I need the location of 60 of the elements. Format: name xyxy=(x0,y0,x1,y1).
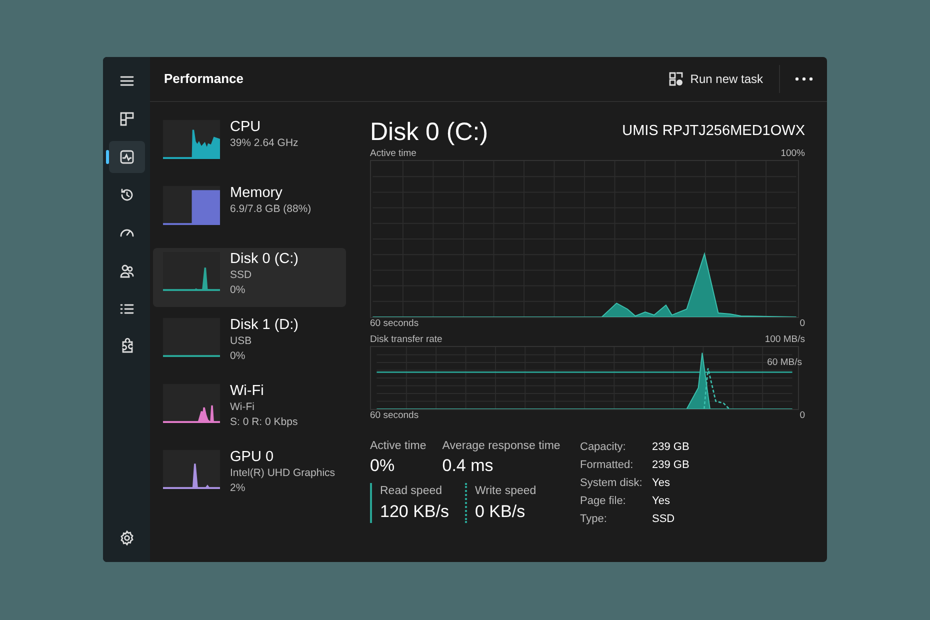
device-item[interactable]: Memory 6.9/7.8 GB (88%) xyxy=(153,182,346,241)
device-detail: 39% 2.64 GHz xyxy=(230,136,298,150)
device-item[interactable]: Disk 0 (C:) SSD 0% xyxy=(153,248,346,307)
graph-min-label: 0 xyxy=(800,318,805,330)
stat-label: Active time xyxy=(370,439,426,454)
disk-title: Disk 0 (C:) xyxy=(370,117,488,148)
graph-span-label: 60 seconds xyxy=(370,410,419,422)
disk-model: UMIS RPJTJ256MED1OWX xyxy=(622,122,805,142)
device-detail: 0% xyxy=(230,348,246,363)
stat-value: 0.4 ms xyxy=(442,455,494,478)
device-detail: 6.9/7.8 GB (88%) xyxy=(230,202,312,216)
device-item[interactable]: GPU 0 Intel(R) UHD Graphics 2% xyxy=(153,446,346,505)
property-label: Capacity: xyxy=(580,440,627,455)
device-name: Memory xyxy=(230,185,284,202)
nav-button[interactable] xyxy=(108,141,144,173)
pulse-chart-icon xyxy=(118,148,136,166)
device-detail: S: 0 R: 0 Kbps xyxy=(230,414,298,429)
speed-label: Read speed xyxy=(380,484,444,500)
people-icon xyxy=(118,262,136,280)
property-value: 239 GB xyxy=(652,440,690,455)
settings-icon xyxy=(118,529,136,547)
device-detail: Intel(R) UHD Graphics xyxy=(230,466,336,480)
device-item[interactable]: Wi-Fi Wi-Fi S: 0 R: 0 Kbps xyxy=(153,380,346,439)
graph-max-label: 100 MB/s xyxy=(764,334,805,346)
stat-value: 0% xyxy=(370,455,396,478)
stat-label: Average response time xyxy=(442,439,560,454)
speed-label: Write speed xyxy=(475,484,536,500)
property-value: Yes xyxy=(652,476,670,491)
graph-span-label: 60 seconds xyxy=(370,318,419,330)
grid-icon xyxy=(118,110,136,128)
property-label: Type: xyxy=(580,512,608,527)
device-name: Disk 1 (D:) xyxy=(230,317,298,334)
property-value: 239 GB xyxy=(652,458,690,473)
property-value: Yes xyxy=(652,494,670,509)
device-name: Wi-Fi xyxy=(230,383,265,400)
graph-max-label: 100% xyxy=(780,148,805,160)
graph-marker-label: 60 MB/s xyxy=(767,357,802,369)
graph-label: Disk transfer rate xyxy=(370,334,442,346)
graph-min-label: 0 xyxy=(800,410,805,422)
property-label: Formatted: xyxy=(580,458,634,473)
device-item[interactable]: Disk 1 (D:) USB 0% xyxy=(153,314,346,373)
page-title: Performance xyxy=(164,70,244,88)
speed-value: 0 KB/s xyxy=(475,500,526,522)
property-label: System disk: xyxy=(580,476,644,491)
device-item[interactable]: CPU 39% 2.64 GHz xyxy=(153,116,346,175)
device-name: Disk 0 (C:) xyxy=(230,251,298,268)
property-label: Page file: xyxy=(580,494,627,509)
graph-label: Active time xyxy=(370,148,416,160)
device-name: CPU xyxy=(230,119,262,136)
run-task-button[interactable]: Run new task xyxy=(660,66,771,92)
device-detail: SSD xyxy=(230,268,253,282)
device-detail: Wi-Fi xyxy=(230,400,256,414)
property-value: SSD xyxy=(652,512,675,527)
run-task-icon xyxy=(668,71,684,87)
device-name: GPU 0 xyxy=(230,449,275,466)
device-detail: USB xyxy=(230,334,253,348)
more-icon xyxy=(794,77,812,81)
device-detail: 2% xyxy=(230,480,246,495)
device-detail: 0% xyxy=(230,282,246,297)
speed-value: 120 KB/s xyxy=(380,500,449,522)
